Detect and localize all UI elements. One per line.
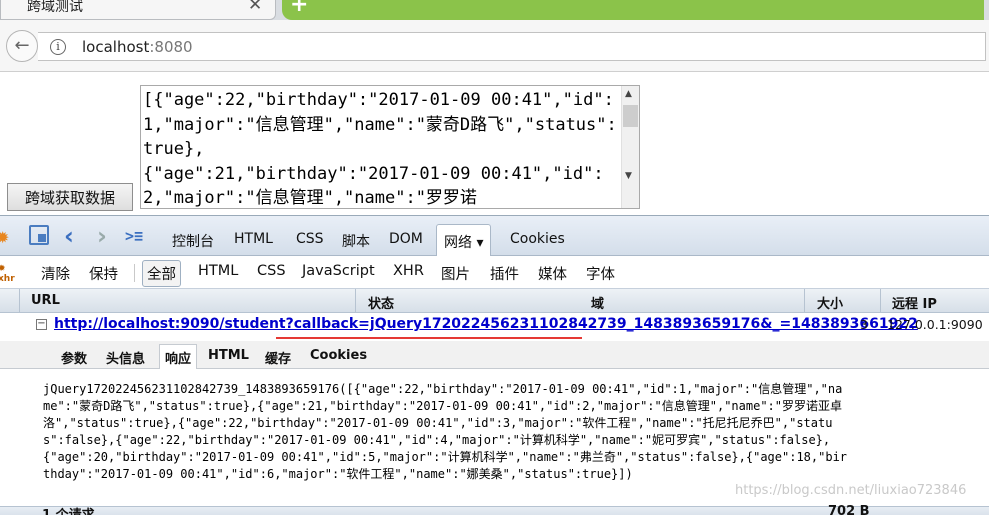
address-bar[interactable]: i localhost:8080	[38, 32, 986, 61]
filter-css[interactable]: CSS	[257, 263, 286, 279]
scroll-up-icon[interactable]: ▲	[625, 89, 632, 99]
back-button[interactable]: ←	[6, 30, 38, 62]
clear-button[interactable]: 清除	[41, 263, 70, 284]
column-url[interactable]: URL	[31, 293, 60, 308]
scroll-thumb[interactable]	[623, 105, 638, 127]
tab-params[interactable]: 参数	[61, 348, 87, 367]
tab-network[interactable]: 网络 ▾	[436, 224, 492, 257]
request-summary: 1 个请求 702 B	[0, 504, 989, 515]
textarea-scrollbar[interactable]: ▲ ▼	[621, 86, 639, 208]
xhr-icon: ✹ xhr	[0, 264, 15, 284]
filter-fonts[interactable]: 字体	[586, 263, 615, 284]
tab-html[interactable]: HTML	[234, 231, 273, 247]
column-divider	[804, 289, 805, 313]
watermark: https://blog.csdn.net/liuxiao723846	[735, 483, 967, 498]
filter-xhr[interactable]: XHR	[393, 263, 424, 279]
command-line-icon[interactable]: >≡	[125, 227, 143, 245]
url-text: localhost:8080	[82, 38, 193, 56]
table-row[interactable]: − http://localhost:9090/student?callback…	[0, 313, 989, 338]
filter-javascript[interactable]: JavaScript	[302, 263, 375, 279]
collapse-icon[interactable]: −	[36, 319, 47, 330]
result-textarea[interactable]: [{"age":22,"birthday":"2017-01-09 00:41"…	[140, 85, 640, 209]
column-divider	[355, 289, 356, 313]
url-port: :8080	[149, 38, 193, 56]
tab-css[interactable]: CSS	[296, 231, 324, 247]
tab-script[interactable]: 脚本	[342, 231, 370, 251]
navigation-bar: ← i localhost:8080	[0, 20, 989, 72]
inspect-icon[interactable]	[29, 225, 49, 245]
url-host: localhost	[82, 38, 150, 56]
column-status[interactable]: 状态	[368, 293, 394, 312]
total-size: 702 B	[828, 504, 870, 515]
network-filter-bar: ✹ xhr 清除 保持 全部 HTML CSS JavaScript XHR 图片…	[0, 256, 989, 289]
request-table-header: URL 状态 域 大小 远程 IP	[0, 289, 989, 313]
tab-console[interactable]: 控制台	[172, 231, 214, 251]
filter-html[interactable]: HTML	[198, 263, 238, 279]
fetch-data-button[interactable]: 跨域获取数据	[7, 183, 133, 211]
response-body: jQuery172022456231102842739_148389365917…	[0, 369, 989, 506]
chevron-right-icon[interactable]: ›	[97, 222, 107, 250]
persist-button[interactable]: 保持	[89, 263, 118, 284]
column-divider	[19, 289, 20, 313]
result-text: [{"age":22,"birthday":"2017-01-09 00:41"…	[143, 90, 617, 208]
tab-response[interactable]: 响应	[159, 344, 198, 372]
tab-headers[interactable]: 头信息	[106, 348, 145, 367]
tab-title: 跨域测试	[27, 0, 83, 15]
request-url-link[interactable]: http://localhost:9090/student?callback=j…	[54, 316, 918, 332]
tab-dom[interactable]: DOM	[389, 231, 423, 247]
response-tabs: 参数 头信息 响应 HTML 缓存 Cookies	[0, 341, 989, 372]
column-remote-ip[interactable]: 远程 IP	[892, 293, 937, 312]
filter-plugins[interactable]: 插件	[490, 263, 519, 284]
tab-response-html[interactable]: HTML	[208, 348, 249, 363]
request-count: 1 个请求	[42, 504, 95, 515]
column-divider	[880, 289, 881, 313]
arrow-left-icon: ←	[14, 35, 30, 56]
plus-icon: +	[290, 0, 309, 17]
column-domain[interactable]: 域	[591, 293, 604, 312]
tab-response-cookies[interactable]: Cookies	[310, 348, 367, 363]
info-icon[interactable]: i	[50, 39, 66, 55]
firebug-icon[interactable]: ✹	[0, 228, 9, 247]
filter-media[interactable]: 媒体	[538, 263, 567, 284]
column-size[interactable]: 大小	[817, 293, 843, 312]
firebug-toolbar: ✹ ‹ › >≡ 控制台 HTML CSS 脚本 DOM 网络 ▾ Cookie…	[0, 216, 989, 257]
filter-images[interactable]: 图片	[441, 263, 470, 284]
filter-all[interactable]: 全部	[142, 260, 181, 287]
browser-tab-strip: 跨域测试 ✕ +	[0, 0, 989, 20]
close-icon[interactable]: ✕	[248, 0, 262, 15]
browser-tab[interactable]: 跨域测试 ✕	[0, 0, 276, 20]
response-text: jQuery172022456231102842739_148389365917…	[43, 382, 848, 481]
scroll-down-icon[interactable]: ▼	[625, 171, 632, 181]
firebug-panel: ✹ ‹ › >≡ 控制台 HTML CSS 脚本 DOM 网络 ▾ Cookie…	[0, 215, 989, 515]
chevron-left-icon[interactable]: ‹	[64, 222, 74, 250]
request-size: 3	[860, 317, 868, 332]
new-tab-button[interactable]: +	[282, 0, 984, 20]
tab-cache[interactable]: 缓存	[265, 348, 291, 367]
callback-highlight	[276, 337, 582, 339]
page-content: [{"age":22,"birthday":"2017-01-09 00:41"…	[0, 73, 989, 215]
request-remote-ip: 127.0.0.1:9090	[887, 317, 983, 332]
tab-cookies[interactable]: Cookies	[510, 231, 565, 247]
toolbar-divider	[134, 264, 135, 282]
